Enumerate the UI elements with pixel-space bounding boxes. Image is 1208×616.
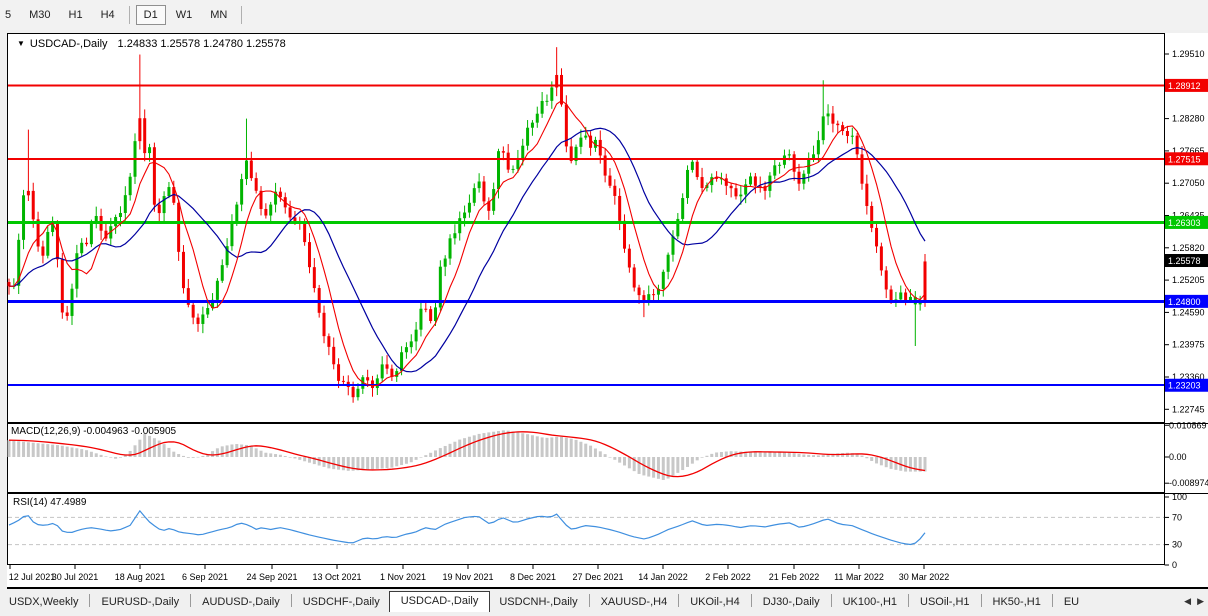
svg-text:8 Dec 2021: 8 Dec 2021 <box>510 572 556 582</box>
chart-ohlc-values: 1.24833 1.25578 1.24780 1.25578 <box>118 38 286 50</box>
svg-text:14 Jan 2022: 14 Jan 2022 <box>638 572 688 582</box>
timeframe-button-h1[interactable]: H1 <box>61 5 91 25</box>
tab-separator <box>589 594 590 607</box>
svg-text:11 Mar 2022: 11 Mar 2022 <box>834 572 884 582</box>
macd-values: -0.004963 -0.005905 <box>83 426 176 437</box>
chart-tab-usdcnh-daily[interactable]: USDCNH-,Daily <box>490 593 586 612</box>
chart-tab-uk100-h1[interactable]: UK100-,H1 <box>834 593 906 612</box>
rsi-value: 47.4989 <box>50 497 86 508</box>
tab-scroll-arrows: ◀▶ <box>1180 590 1208 612</box>
toolbar-separator <box>241 6 242 24</box>
chart-tab-eu[interactable]: EU <box>1055 593 1088 612</box>
timeframe-button-d1[interactable]: D1 <box>136 5 166 25</box>
svg-text:-0.008974: -0.008974 <box>1169 478 1208 488</box>
svg-text:1.29510: 1.29510 <box>1172 49 1205 59</box>
toolbar-separator <box>129 6 130 24</box>
chart-tab-usoil-h1[interactable]: USOil-,H1 <box>911 593 979 612</box>
tab-separator <box>981 594 982 607</box>
chart-tab-usdcad-daily[interactable]: USDCAD-,Daily <box>389 591 491 612</box>
svg-text:100: 100 <box>1172 492 1187 502</box>
macd-name: MACD(12,26,9) <box>11 426 80 437</box>
chart-tab-usdx-weekly[interactable]: USDX,Weekly <box>0 593 87 612</box>
svg-text:1 Nov 2021: 1 Nov 2021 <box>380 572 426 582</box>
timeframe-toolbar: 5M30H1H4 D1W1MN <box>0 0 1208 30</box>
rsi-indicator-label: RSI(14) 47.4989 <box>13 497 86 508</box>
chart-tab-usdchf-daily[interactable]: USDCHF-,Daily <box>294 593 389 612</box>
chart-tab-xauusd-h4[interactable]: XAUUSD-,H4 <box>592 593 677 612</box>
svg-text:1.25820: 1.25820 <box>1172 243 1205 253</box>
price-chart-canvas[interactable]: 1.295101.282801.276651.270501.264351.258… <box>7 33 1208 589</box>
svg-text:12 Jul 2021: 12 Jul 2021 <box>9 572 56 582</box>
svg-text:1.24590: 1.24590 <box>1172 307 1205 317</box>
tab-separator <box>291 594 292 607</box>
price-level-label: 1.24800 <box>1165 295 1208 308</box>
timeframe-button-w1[interactable]: W1 <box>168 5 201 25</box>
svg-text:30: 30 <box>1172 540 1182 550</box>
svg-text:13 Oct 2021: 13 Oct 2021 <box>312 572 361 582</box>
svg-text:18 Aug 2021: 18 Aug 2021 <box>115 572 166 582</box>
chart-tab-eurusd-daily[interactable]: EURUSD-,Daily <box>92 593 188 612</box>
chart-symbol-label: USDCAD-,Daily <box>30 38 108 50</box>
price-level-label: 1.23203 <box>1165 379 1208 392</box>
price-level-label: 1.28912 <box>1165 79 1208 92</box>
chart-tab-dj30-daily[interactable]: DJ30-,Daily <box>754 593 829 612</box>
tab-separator <box>678 594 679 607</box>
svg-text:24 Sep 2021: 24 Sep 2021 <box>246 572 297 582</box>
svg-text:19 Nov 2021: 19 Nov 2021 <box>442 572 493 582</box>
chart-title: ▼ USDCAD-,Daily 1.24833 1.25578 1.24780 1.… <box>17 38 286 50</box>
svg-text:30 Mar 2022: 30 Mar 2022 <box>899 572 950 582</box>
svg-text:1.28280: 1.28280 <box>1172 114 1205 124</box>
svg-text:30 Jul 2021: 30 Jul 2021 <box>52 572 99 582</box>
timeframe-button-m30[interactable]: M30 <box>21 5 58 25</box>
svg-text:0: 0 <box>1172 560 1177 570</box>
tab-scroll-right-icon[interactable]: ▶ <box>1197 596 1204 607</box>
timeframe-button-h4[interactable]: H4 <box>93 5 123 25</box>
price-level-label: 1.27515 <box>1165 152 1208 165</box>
svg-text:1.27050: 1.27050 <box>1172 178 1205 188</box>
svg-text:1.23975: 1.23975 <box>1172 340 1205 350</box>
macd-indicator-label: MACD(12,26,9) -0.004963 -0.005905 <box>11 426 176 437</box>
chart-tab-audusd-daily[interactable]: AUDUSD-,Daily <box>193 593 289 612</box>
svg-text:1.24800: 1.24800 <box>1168 297 1201 307</box>
price-level-label: 1.25578 <box>1165 254 1208 267</box>
svg-text:0.00: 0.00 <box>1169 452 1187 462</box>
svg-text:1.26303: 1.26303 <box>1168 218 1201 228</box>
chart-tab-hk50-h1[interactable]: HK50-,H1 <box>984 593 1050 612</box>
svg-text:21 Feb 2022: 21 Feb 2022 <box>769 572 820 582</box>
svg-text:2 Feb 2022: 2 Feb 2022 <box>705 572 751 582</box>
chart-dropdown-icon[interactable]: ▼ <box>17 39 25 48</box>
statusbar-strip <box>0 612 1208 616</box>
tab-separator <box>751 594 752 607</box>
tab-separator <box>1052 594 1053 607</box>
svg-text:70: 70 <box>1172 512 1182 522</box>
tab-separator <box>89 594 90 607</box>
timeframe-button-mn[interactable]: MN <box>202 5 235 25</box>
tab-separator <box>831 594 832 607</box>
svg-text:1.22745: 1.22745 <box>1172 404 1205 414</box>
tab-separator <box>190 594 191 607</box>
price-level-label: 1.26303 <box>1165 216 1208 229</box>
svg-text:1.23203: 1.23203 <box>1168 381 1201 391</box>
chart-tab-ukoil-h4[interactable]: UKOil-,H4 <box>681 593 749 612</box>
mt4-window: { "toolbar": { "timeframes": ["5","M30",… <box>0 0 1208 616</box>
rsi-name: RSI(14) <box>13 497 47 508</box>
tab-scroll-left-icon[interactable]: ◀ <box>1184 596 1191 607</box>
tab-separator <box>908 594 909 607</box>
svg-text:6 Sep 2021: 6 Sep 2021 <box>182 572 228 582</box>
svg-text:0.010869: 0.010869 <box>1169 420 1207 430</box>
svg-text:27 Dec 2021: 27 Dec 2021 <box>572 572 623 582</box>
chart-window: 1.295101.282801.276651.270501.264351.258… <box>7 33 1208 589</box>
svg-text:1.27515: 1.27515 <box>1168 154 1201 164</box>
svg-text:1.25205: 1.25205 <box>1172 275 1205 285</box>
svg-text:1.28912: 1.28912 <box>1168 81 1201 91</box>
chart-tabbar: USDX,Weekly EURUSD-,Daily AUDUSD-,Daily USD… <box>0 590 1208 612</box>
timeframe-button-5[interactable]: 5 <box>0 5 19 25</box>
svg-text:1.25578: 1.25578 <box>1168 256 1201 266</box>
